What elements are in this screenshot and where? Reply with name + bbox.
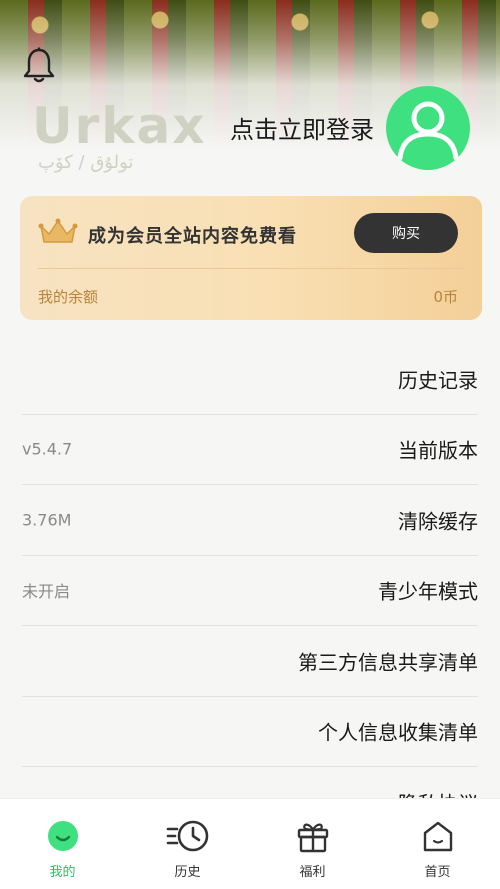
vip-card: 成为会员全站内容免费看 购买 我的余额 0币 bbox=[20, 196, 482, 320]
menu-item-label: 清除缓存 bbox=[398, 509, 478, 534]
vip-title: 成为会员全站内容免费看 bbox=[88, 226, 297, 247]
tab-label: 历史 bbox=[174, 865, 201, 880]
menu-item-version[interactable]: v5.4.7 当前版本 bbox=[22, 415, 478, 485]
user-avatar-icon bbox=[397, 101, 459, 161]
menu-item-label: 历史记录 bbox=[398, 368, 478, 393]
menu-item-label: 个人信息收集清单 bbox=[318, 720, 478, 745]
notification-bell-icon[interactable] bbox=[22, 46, 56, 84]
login-prompt[interactable]: 点击立即登录 bbox=[230, 110, 374, 145]
menu-item-value: 未开启 bbox=[22, 582, 71, 602]
menu-item-personal-info[interactable]: 个人信息收集清单 bbox=[22, 697, 478, 767]
menu-item-label: 当前版本 bbox=[398, 438, 478, 463]
tab-home[interactable]: 首页 bbox=[375, 799, 500, 889]
menu-item-third-party-sharing[interactable]: 第三方信息共享清单 bbox=[22, 626, 478, 697]
tab-welfare[interactable]: 福利 bbox=[250, 799, 375, 889]
crown-icon bbox=[38, 218, 78, 246]
buy-button[interactable]: 购买 bbox=[354, 213, 458, 253]
tab-history[interactable]: 历史 bbox=[125, 799, 250, 889]
menu-item-teen-mode[interactable]: 未开启 青少年模式 bbox=[22, 556, 478, 626]
tab-profile[interactable]: 我的 bbox=[0, 799, 125, 889]
menu-item-label: 青少年模式 bbox=[378, 579, 478, 604]
menu-item-clear-cache[interactable]: 3.76M 清除缓存 bbox=[22, 485, 478, 556]
logo-subtitle: تولۇق / كۆپ bbox=[38, 152, 134, 173]
home-icon bbox=[423, 821, 452, 852]
menu-item-history[interactable]: 历史记录 bbox=[22, 344, 478, 415]
avatar[interactable] bbox=[386, 86, 470, 170]
logo-text: Urkax bbox=[32, 97, 207, 155]
tab-label: 我的 bbox=[49, 865, 76, 880]
settings-menu: 历史记录 v5.4.7 当前版本 3.76M 清除缓存 未开启 青少年模式 第三… bbox=[22, 344, 478, 838]
balance-value: 0币 bbox=[433, 288, 458, 306]
vip-divider bbox=[38, 268, 464, 269]
profile-icon bbox=[47, 821, 78, 851]
history-clock-icon bbox=[166, 820, 208, 852]
menu-item-label: 第三方信息共享清单 bbox=[298, 650, 478, 675]
bottom-tabbar: 我的 历史 福利 首页 bbox=[0, 799, 500, 889]
menu-item-value: 3.76M bbox=[22, 510, 72, 530]
app-logo: Urkax تولۇق / كۆپ bbox=[32, 100, 207, 174]
tab-label: 福利 bbox=[299, 865, 326, 880]
menu-item-value: v5.4.7 bbox=[22, 439, 73, 459]
tab-label: 首页 bbox=[424, 865, 451, 880]
gift-icon bbox=[297, 823, 328, 853]
balance-label[interactable]: 我的余额 bbox=[38, 286, 98, 307]
